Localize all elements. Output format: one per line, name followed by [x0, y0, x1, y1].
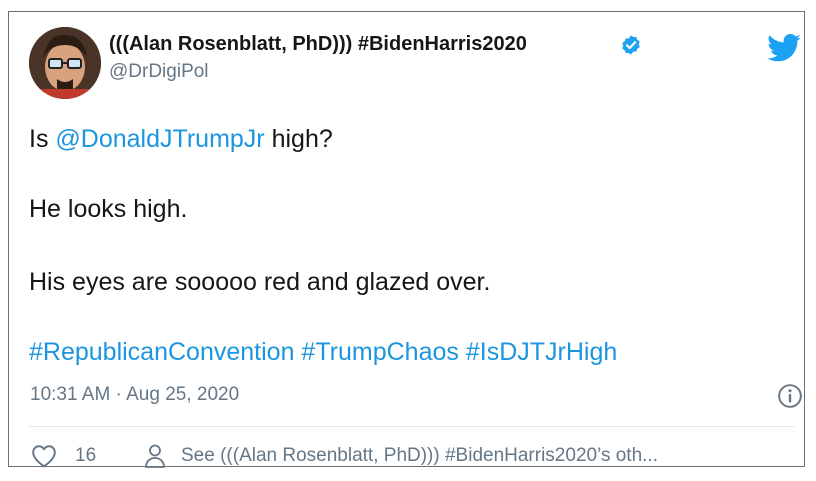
author-display-name[interactable]: (((Alan Rosenblatt, PhD))) #BidenHarris2…	[109, 33, 527, 56]
hashtag-row: #RepublicanConvention #TrumpChaos #IsDJT…	[29, 338, 617, 367]
tweet-text-prefix: Is	[29, 125, 56, 153]
hashtag-link[interactable]: #TrumpChaos	[301, 338, 458, 366]
divider	[29, 426, 794, 427]
tweet-timestamp[interactable]: 10:31 AM · Aug 25, 2020	[30, 384, 239, 406]
verified-badge-icon	[622, 35, 640, 55]
author-handle[interactable]: @DrDigiPol	[109, 61, 209, 83]
tweet-card: (((Alan Rosenblatt, PhD))) #BidenHarris2…	[8, 11, 805, 469]
avatar[interactable]	[29, 27, 101, 99]
tweet-line-2: He looks high.	[29, 195, 188, 223]
tweet-line-3: His eyes are sooooo red and glazed over.	[29, 268, 491, 296]
like-count[interactable]: 16	[75, 445, 96, 467]
hashtag-link[interactable]: #RepublicanConvention	[29, 338, 294, 366]
person-icon[interactable]	[143, 443, 167, 469]
tweet-text-suffix: high?	[264, 125, 333, 153]
mention-link[interactable]: @DonaldJTrumpJr	[55, 125, 264, 153]
info-icon[interactable]	[777, 383, 803, 409]
see-more-tweets-link[interactable]: See (((Alan Rosenblatt, PhD))) #BidenHar…	[181, 445, 658, 467]
hashtag-link[interactable]: #IsDJTJrHigh	[466, 338, 617, 366]
twitter-bird-icon[interactable]	[767, 34, 801, 62]
tweet-line-1: Is @DonaldJTrumpJr high?	[29, 125, 333, 154]
heart-icon[interactable]	[31, 444, 57, 468]
